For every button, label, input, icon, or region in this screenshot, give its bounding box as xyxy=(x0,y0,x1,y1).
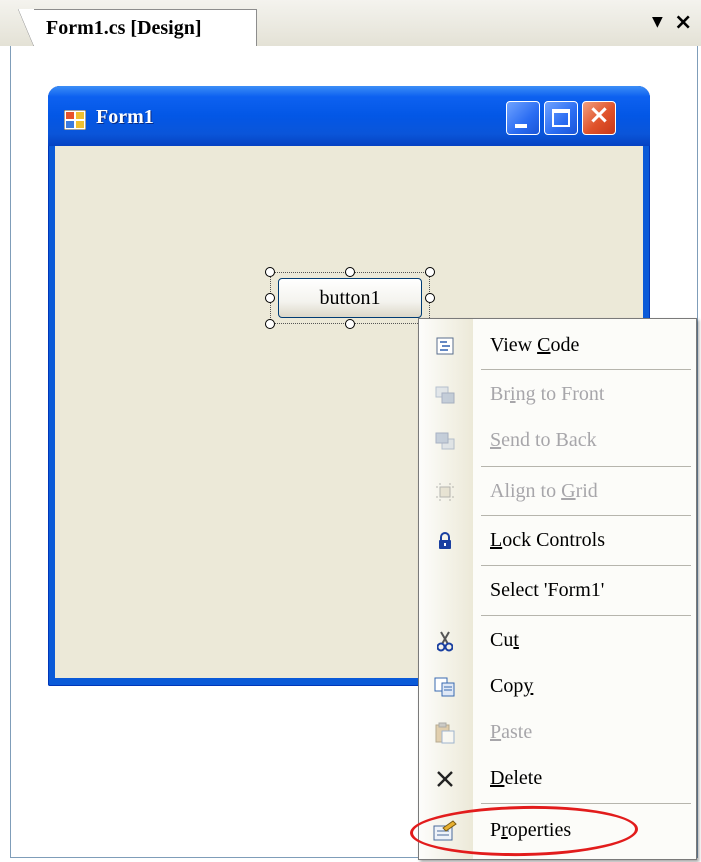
maximize-icon xyxy=(552,109,570,127)
document-tab-strip: Form1.cs [Design] ▼ × xyxy=(0,0,701,47)
menu-item-label: Bring to Front xyxy=(490,383,605,405)
menu-item-cut[interactable]: Cut xyxy=(419,619,696,663)
tab-title: Form1.cs [Design] xyxy=(46,17,202,39)
close-icon[interactable]: × xyxy=(674,10,692,35)
minimize-icon xyxy=(515,124,527,128)
form-titlebar[interactable]: Form1 × xyxy=(48,86,650,146)
menu-item-align-to-grid[interactable]: Align to Grid xyxy=(419,470,696,514)
menu-item-paste[interactable]: Paste xyxy=(419,711,696,755)
close-button[interactable]: × xyxy=(582,100,616,135)
menu-item-label: Select 'Form1' xyxy=(490,579,605,601)
menu-item-copy[interactable]: Copy xyxy=(419,665,696,709)
menu-separator xyxy=(481,565,691,566)
resize-handle-s[interactable] xyxy=(345,319,355,329)
form-app-icon xyxy=(64,110,86,130)
menu-item-lock-controls[interactable]: Lock Controls xyxy=(419,519,696,563)
resize-handle-nw[interactable] xyxy=(265,267,275,277)
scissors-icon xyxy=(433,629,457,653)
resize-handle-ne[interactable] xyxy=(425,267,435,277)
menu-separator xyxy=(481,615,691,616)
menu-item-label: Align to Grid xyxy=(490,480,598,502)
resize-handle-w[interactable] xyxy=(265,293,275,303)
menu-item-label: Send to Back xyxy=(490,429,597,451)
paste-icon xyxy=(433,721,457,745)
context-menu: View Code Bring to Front Send to Back Al… xyxy=(418,318,697,860)
menu-item-view-code[interactable]: View Code xyxy=(419,324,696,368)
form-title: Form1 xyxy=(96,106,154,128)
menu-separator xyxy=(481,803,691,804)
menu-item-send-to-back[interactable]: Send to Back xyxy=(419,419,696,463)
align-to-grid-icon xyxy=(433,480,457,504)
send-to-back-icon xyxy=(433,429,457,453)
resize-handle-n[interactable] xyxy=(345,267,355,277)
menu-item-label: Copy xyxy=(490,675,534,697)
close-icon: × xyxy=(588,100,610,130)
view-code-icon xyxy=(433,334,457,358)
menu-item-select-form1[interactable]: Select 'Form1' xyxy=(419,569,696,613)
menu-item-label: Lock Controls xyxy=(490,529,605,551)
menu-item-bring-to-front[interactable]: Bring to Front xyxy=(419,373,696,417)
copy-icon xyxy=(433,675,457,699)
bring-to-front-icon xyxy=(433,383,457,407)
tab-form1-design[interactable]: Form1.cs [Design] xyxy=(18,9,257,47)
button1[interactable]: button1 xyxy=(278,278,422,318)
menu-item-delete[interactable]: Delete xyxy=(419,757,696,801)
chevron-down-icon[interactable]: ▼ xyxy=(652,14,663,30)
menu-item-label: Paste xyxy=(490,721,533,743)
menu-item-label: Delete xyxy=(490,767,543,789)
maximize-button[interactable] xyxy=(544,101,578,135)
menu-separator xyxy=(481,466,691,467)
resize-handle-e[interactable] xyxy=(425,293,435,303)
menu-separator xyxy=(481,369,691,370)
menu-separator xyxy=(481,515,691,516)
menu-item-label: Cut xyxy=(490,629,519,651)
delete-x-icon xyxy=(433,767,457,791)
minimize-button[interactable] xyxy=(506,101,540,135)
lock-icon xyxy=(433,529,457,553)
menu-item-label: View Code xyxy=(490,334,580,356)
resize-handle-sw[interactable] xyxy=(265,319,275,329)
